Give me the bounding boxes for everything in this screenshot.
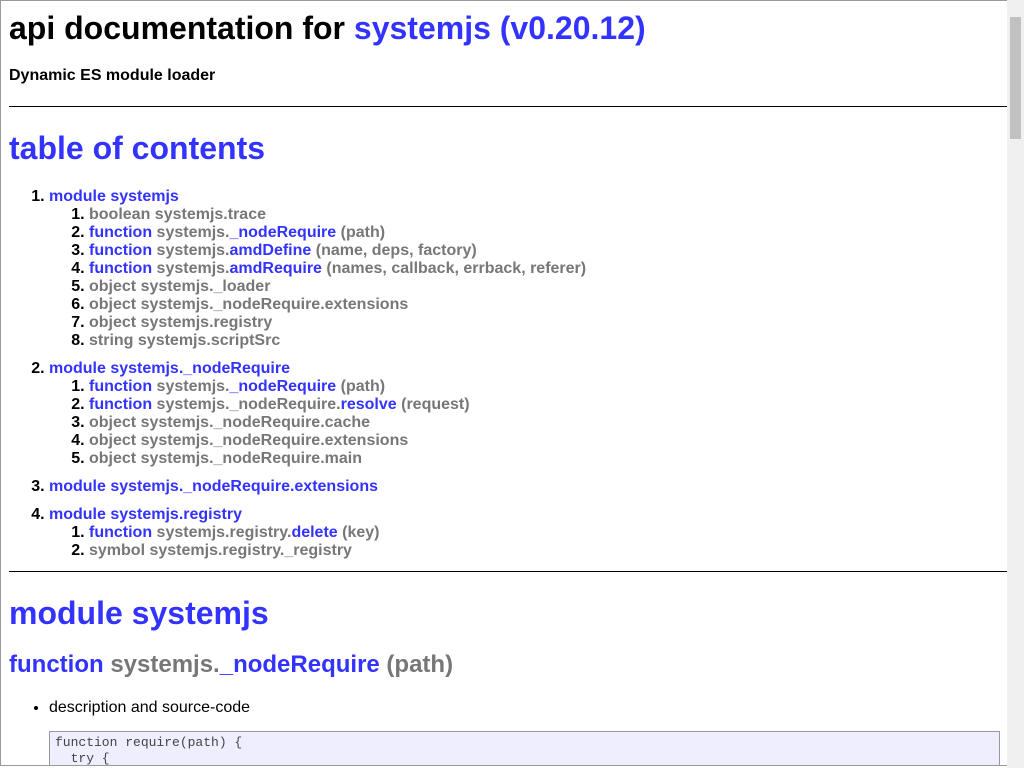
toc-module-item: module systemjs.registryfunction systemj… xyxy=(49,506,1000,560)
toc-member-kind-link[interactable]: function xyxy=(89,396,152,413)
toc-module-item: module systemjsboolean systemjs.tracefun… xyxy=(49,188,1000,350)
toc-member-list: function systemjs._nodeRequire (path)fun… xyxy=(49,378,1000,468)
toc-member-item: object systemjs._nodeRequire.extensions xyxy=(89,432,1000,450)
source-code-block: function require(path) { try { xyxy=(49,731,1000,765)
package-link[interactable]: systemjs (v0.20.12) xyxy=(354,10,646,46)
toc-module-list: module systemjsboolean systemjs.tracefun… xyxy=(9,188,1000,560)
toc-member-path: systemjs. xyxy=(156,242,230,259)
toc-member-path: systemjs._nodeRequire.main xyxy=(140,450,362,467)
toc-member-item: string systemjs.scriptSrc xyxy=(89,332,1000,350)
toc-member-item: object systemjs._nodeRequire.extensions xyxy=(89,296,1000,314)
toc-member-kind-link[interactable]: function xyxy=(89,224,152,241)
toc-member-kind-link[interactable]: function xyxy=(89,242,152,259)
page-content: api documentation for systemjs (v0.20.12… xyxy=(1,9,1007,765)
toc-member-args: (path) xyxy=(340,224,386,241)
toc-member-path: systemjs. xyxy=(156,224,230,241)
toc-member-kind: object xyxy=(89,432,137,449)
divider xyxy=(9,106,1007,107)
toc-member-item: object systemjs.registry xyxy=(89,314,1000,332)
toc-member-path: systemjs._nodeRequire.extensions xyxy=(140,432,409,449)
toc-member-path: systemjs. xyxy=(156,260,230,277)
module-heading: module systemjs xyxy=(9,594,1000,632)
toc-member-item: symbol systemjs.registry._registry xyxy=(89,542,1000,560)
toc-member-list: boolean systemjs.tracefunction systemjs.… xyxy=(49,206,1000,350)
toc-member-name-link[interactable]: amdDefine xyxy=(229,242,311,259)
toc-member-item: function systemjs.registry.delete (key) xyxy=(89,524,1000,542)
details-item: description and source-code function req… xyxy=(49,699,1000,765)
toc-member-args: (name, deps, factory) xyxy=(315,242,477,259)
divider xyxy=(9,571,1007,572)
vertical-scrollbar[interactable] xyxy=(1007,0,1024,768)
toc-member-item: object systemjs._nodeRequire.cache xyxy=(89,414,1000,432)
toc-member-name-link[interactable]: delete xyxy=(291,524,337,541)
title-prefix: api documentation for xyxy=(9,10,345,46)
toc-member-name-link[interactable]: amdRequire xyxy=(229,260,321,277)
toc-member-kind: boolean xyxy=(89,206,151,223)
package-description: Dynamic ES module loader xyxy=(9,67,216,84)
toc-member-kind: object xyxy=(89,296,137,313)
toc-member-path: systemjs.registry xyxy=(140,314,273,331)
toc-member-item: object systemjs._loader xyxy=(89,278,1000,296)
toc-member-name-link[interactable]: _nodeRequire xyxy=(229,224,336,241)
toc-member-kind: object xyxy=(89,414,137,431)
function-kind-link[interactable]: function xyxy=(9,651,104,678)
function-path: systemjs._nodeRequire xyxy=(110,651,380,678)
toc-member-path: systemjs.scriptSrc xyxy=(137,332,281,349)
toc-member-item: object systemjs._nodeRequire.main xyxy=(89,450,1000,468)
toc-module-link[interactable]: module systemjs.registry xyxy=(49,506,242,523)
toc-member-kind: object xyxy=(89,278,137,295)
toc-module-link[interactable]: module systemjs xyxy=(49,188,179,205)
toc-heading: table of contents xyxy=(9,129,1000,167)
document-frame: api documentation for systemjs (v0.20.12… xyxy=(0,0,1007,766)
toc-module-item: module systemjs._nodeRequirefunction sys… xyxy=(49,360,1000,468)
toc-heading-link[interactable]: table of contents xyxy=(9,130,265,166)
page-title: api documentation for systemjs (v0.20.12… xyxy=(9,9,1000,47)
toc-member-path: systemjs._nodeRequire.cache xyxy=(140,414,371,431)
module-heading-link[interactable]: module systemjs xyxy=(9,595,269,631)
toc-member-item: function systemjs._nodeRequire (path) xyxy=(89,224,1000,242)
scrollbar-thumb[interactable] xyxy=(1010,17,1021,139)
toc-module-link[interactable]: module systemjs._nodeRequire.extensions xyxy=(49,478,378,495)
toc-member-kind-link[interactable]: function xyxy=(89,378,152,395)
toc-module-item: module systemjs._nodeRequire.extensions xyxy=(49,478,1000,496)
toc-member-kind: symbol xyxy=(89,542,146,559)
toc-member-path: systemjs.trace xyxy=(154,206,266,223)
toc-member-kind: string xyxy=(89,332,134,349)
toc-member-item: function systemjs._nodeRequire.resolve (… xyxy=(89,396,1000,414)
function-heading: function systemjs._nodeRequire (path) xyxy=(9,650,1000,680)
toc-member-path: systemjs._loader xyxy=(140,278,271,295)
toc-member-name-link[interactable]: resolve xyxy=(341,396,397,413)
details-label: description and source-code xyxy=(49,699,251,716)
toc-member-item: boolean systemjs.trace xyxy=(89,206,1000,224)
function-args: (path) xyxy=(386,651,454,678)
toc-member-list: function systemjs.registry.delete (key)s… xyxy=(49,524,1000,560)
toc-member-item: function systemjs.amdRequire (names, cal… xyxy=(89,260,1000,278)
toc-member-args: (names, callback, errback, referer) xyxy=(326,260,587,277)
toc-member-path: systemjs._nodeRequire.extensions xyxy=(140,296,409,313)
toc-member-path: systemjs.registry. xyxy=(156,524,292,541)
toc-member-kind: object xyxy=(89,450,137,467)
toc-member-item: function systemjs.amdDefine (name, deps,… xyxy=(89,242,1000,260)
toc-member-item: function systemjs._nodeRequire (path) xyxy=(89,378,1000,396)
toc-member-kind: object xyxy=(89,314,137,331)
toc-member-kind-link[interactable]: function xyxy=(89,524,152,541)
function-name-link[interactable]: _nodeRequire xyxy=(220,651,380,678)
toc-member-path: systemjs. xyxy=(156,378,230,395)
toc-member-path: systemjs.registry._registry xyxy=(149,542,352,559)
toc-member-name-link[interactable]: _nodeRequire xyxy=(229,378,336,395)
toc-member-args: (request) xyxy=(401,396,470,413)
toc-member-args: (key) xyxy=(342,524,380,541)
details-list: description and source-code function req… xyxy=(9,699,1000,765)
toc-member-args: (path) xyxy=(340,378,386,395)
toc-member-path: systemjs._nodeRequire. xyxy=(156,396,341,413)
toc-module-link[interactable]: module systemjs._nodeRequire xyxy=(49,360,290,377)
toc-member-kind-link[interactable]: function xyxy=(89,260,152,277)
